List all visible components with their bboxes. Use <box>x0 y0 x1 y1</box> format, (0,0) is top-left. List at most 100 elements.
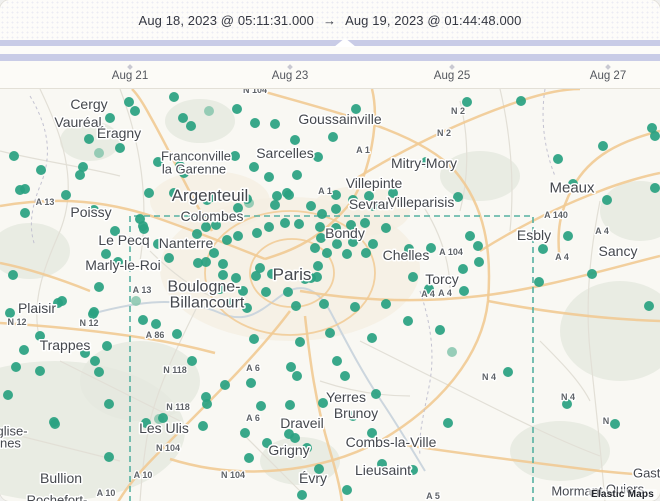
map-point[interactable] <box>292 371 302 381</box>
map-point[interactable] <box>553 154 563 164</box>
map-point[interactable] <box>294 219 304 229</box>
map-point[interactable] <box>322 248 332 258</box>
map-point[interactable] <box>249 162 259 172</box>
map-point[interactable] <box>84 134 94 144</box>
map-point[interactable] <box>443 418 453 428</box>
map-point[interactable] <box>650 183 660 193</box>
map-point[interactable] <box>144 188 154 198</box>
map-point[interactable] <box>367 333 377 343</box>
map-point[interactable] <box>240 428 250 438</box>
map-point[interactable] <box>19 345 29 355</box>
map-point[interactable] <box>295 337 305 347</box>
map-point[interactable] <box>264 222 274 232</box>
map-point[interactable] <box>350 302 360 312</box>
map-point[interactable] <box>75 170 85 180</box>
map-point[interactable] <box>3 390 13 400</box>
map-point[interactable] <box>252 228 262 238</box>
map-point[interactable] <box>403 316 413 326</box>
map-point[interactable] <box>251 271 261 281</box>
map-point[interactable] <box>187 356 197 366</box>
map-point[interactable] <box>220 380 230 390</box>
map-point[interactable] <box>317 209 327 219</box>
map-point[interactable] <box>35 366 45 376</box>
map-point[interactable] <box>290 135 300 145</box>
map-point[interactable] <box>342 485 352 495</box>
map-point[interactable] <box>105 113 115 123</box>
map-point[interactable] <box>381 299 391 309</box>
map-point[interactable] <box>313 261 323 271</box>
map-point[interactable] <box>459 286 469 296</box>
map-point-light[interactable] <box>204 106 214 116</box>
map-point[interactable] <box>9 151 19 161</box>
map-point[interactable] <box>138 315 148 325</box>
map-point[interactable] <box>15 185 25 195</box>
map-point[interactable] <box>261 287 271 297</box>
map-point[interactable] <box>435 325 445 335</box>
map-point[interactable] <box>280 218 290 228</box>
map-point[interactable] <box>218 259 228 269</box>
map-point[interactable] <box>650 131 660 141</box>
map-point[interactable] <box>20 208 30 218</box>
map-point[interactable] <box>90 356 100 366</box>
map-point[interactable] <box>325 328 335 338</box>
map-point[interactable] <box>598 141 608 151</box>
map-point[interactable] <box>368 239 378 249</box>
map-point[interactable] <box>94 282 104 292</box>
map-point[interactable] <box>8 270 18 280</box>
map-point[interactable] <box>151 319 161 329</box>
map-point[interactable] <box>104 399 114 409</box>
map-point[interactable] <box>130 106 140 116</box>
map-point[interactable] <box>328 132 338 142</box>
map-point[interactable] <box>644 301 654 311</box>
map-point[interactable] <box>264 172 274 182</box>
map-point[interactable] <box>198 421 208 431</box>
map-point[interactable] <box>61 190 71 200</box>
map-point[interactable] <box>587 269 597 279</box>
map-point[interactable] <box>474 257 484 267</box>
map-point[interactable] <box>272 191 282 201</box>
map-point[interactable] <box>124 97 134 107</box>
map-point[interactable] <box>284 190 294 200</box>
map-point[interactable] <box>306 201 316 211</box>
map-point[interactable] <box>11 362 21 372</box>
map-point[interactable] <box>381 223 391 233</box>
map-point[interactable] <box>36 165 46 175</box>
map-point[interactable] <box>249 334 259 344</box>
map-point[interactable] <box>169 92 179 102</box>
map-point[interactable] <box>312 272 322 282</box>
map-point[interactable] <box>186 121 196 131</box>
map-point[interactable] <box>50 419 60 429</box>
map-point[interactable] <box>233 231 243 241</box>
map-point[interactable] <box>250 118 260 128</box>
map-point-light[interactable] <box>447 347 457 357</box>
map-point[interactable] <box>230 151 240 161</box>
map-point[interactable] <box>256 401 266 411</box>
timeslider-track[interactable] <box>0 54 660 61</box>
map-point[interactable] <box>297 490 307 500</box>
map-point[interactable] <box>310 243 320 253</box>
map-point[interactable] <box>138 221 148 231</box>
map-point[interactable] <box>292 170 302 180</box>
map-point[interactable] <box>315 222 325 232</box>
map-point[interactable] <box>291 301 301 311</box>
map-point[interactable] <box>313 152 323 162</box>
map-point[interactable] <box>465 231 475 241</box>
map-point[interactable] <box>115 143 125 153</box>
map-point[interactable] <box>285 400 295 410</box>
map-point[interactable] <box>453 192 463 202</box>
map-point[interactable] <box>286 362 296 372</box>
map-point-light[interactable] <box>131 296 141 306</box>
map-point[interactable] <box>408 272 418 282</box>
map-attribution[interactable]: Elastic Maps <box>588 489 657 500</box>
map-point[interactable] <box>340 371 350 381</box>
map-canvas[interactable]: N 104N 2N 2A 1A 1A 13A 140A 4A 104A 4A 4… <box>0 88 660 501</box>
map-point[interactable] <box>102 341 112 351</box>
map-point[interactable] <box>283 287 293 297</box>
map-point[interactable] <box>178 113 188 123</box>
map-point[interactable] <box>602 195 612 205</box>
map-point[interactable] <box>503 367 513 377</box>
map-point[interactable] <box>473 241 483 251</box>
map-point[interactable] <box>222 235 232 245</box>
map-point[interactable] <box>202 399 212 409</box>
map-point[interactable] <box>563 231 573 241</box>
